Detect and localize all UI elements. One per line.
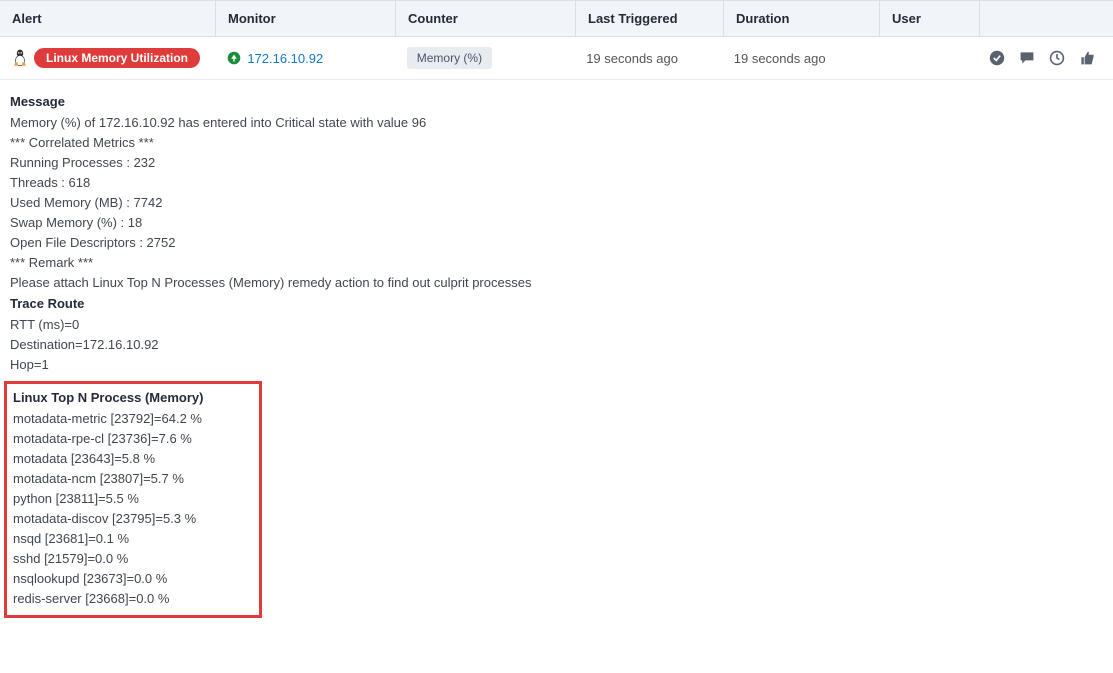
alert-detail-panel: Message Memory (%) of 172.16.10.92 has e… (0, 80, 1113, 622)
counter-badge: Memory (%) (407, 47, 492, 69)
col-header-monitor[interactable]: Monitor (216, 1, 396, 36)
thumbs-up-icon[interactable] (1079, 50, 1095, 66)
comment-icon[interactable] (1019, 50, 1035, 66)
process-row: nsqlookupd [23673]=0.0 % (13, 571, 203, 586)
linux-icon (12, 49, 28, 67)
process-row: sshd [21579]=0.0 % (13, 551, 203, 566)
status-up-icon (227, 51, 241, 65)
col-header-counter[interactable]: Counter (396, 1, 576, 36)
message-main: Memory (%) of 172.16.10.92 has entered i… (10, 115, 1103, 130)
metric-used-memory: Used Memory (MB) : 7742 (10, 195, 1103, 210)
col-header-alert[interactable]: Alert (0, 1, 216, 36)
process-row: motadata-rpe-cl [23736]=7.6 % (13, 431, 203, 446)
remark-text: Please attach Linux Top N Processes (Mem… (10, 275, 1103, 290)
alert-row[interactable]: Linux Memory Utilization 172.16.10.92 Me… (0, 37, 1113, 80)
col-header-last[interactable]: Last Triggered (576, 1, 724, 36)
trace-route-title: Trace Route (10, 296, 1103, 311)
process-row: motadata [23643]=5.8 % (13, 451, 203, 466)
history-icon[interactable] (1049, 50, 1065, 66)
acknowledge-icon[interactable] (989, 50, 1005, 66)
alerts-table-header: Alert Monitor Counter Last Triggered Dur… (0, 0, 1113, 37)
process-row: motadata-discov [23795]=5.3 % (13, 511, 203, 526)
trace-rtt: RTT (ms)=0 (10, 317, 1103, 332)
remark-header: *** Remark *** (10, 255, 1103, 270)
trace-destination: Destination=172.16.10.92 (10, 337, 1103, 352)
col-header-duration[interactable]: Duration (724, 1, 880, 36)
col-header-user[interactable]: User (880, 1, 980, 36)
col-header-actions (980, 1, 1113, 36)
top-n-process-box: Linux Top N Process (Memory) motadata-me… (4, 381, 262, 618)
last-triggered-text: 19 seconds ago (586, 51, 678, 66)
monitor-link[interactable]: 172.16.10.92 (247, 51, 323, 66)
alert-severity-badge: Linux Memory Utilization (34, 48, 200, 68)
process-row: motadata-ncm [23807]=5.7 % (13, 471, 203, 486)
process-row: python [23811]=5.5 % (13, 491, 203, 506)
process-row: redis-server [23668]=0.0 % (13, 591, 203, 606)
metric-swap: Swap Memory (%) : 18 (10, 215, 1103, 230)
duration-text: 19 seconds ago (734, 51, 826, 66)
process-row: nsqd [23681]=0.1 % (13, 531, 203, 546)
process-row: motadata-metric [23792]=64.2 % (13, 411, 203, 426)
metric-running-processes: Running Processes : 232 (10, 155, 1103, 170)
trace-hop: Hop=1 (10, 357, 1103, 372)
topn-title: Linux Top N Process (Memory) (13, 390, 203, 405)
message-title: Message (10, 94, 1103, 109)
correlated-header: *** Correlated Metrics *** (10, 135, 1103, 150)
metric-open-fd: Open File Descriptors : 2752 (10, 235, 1103, 250)
metric-threads: Threads : 618 (10, 175, 1103, 190)
